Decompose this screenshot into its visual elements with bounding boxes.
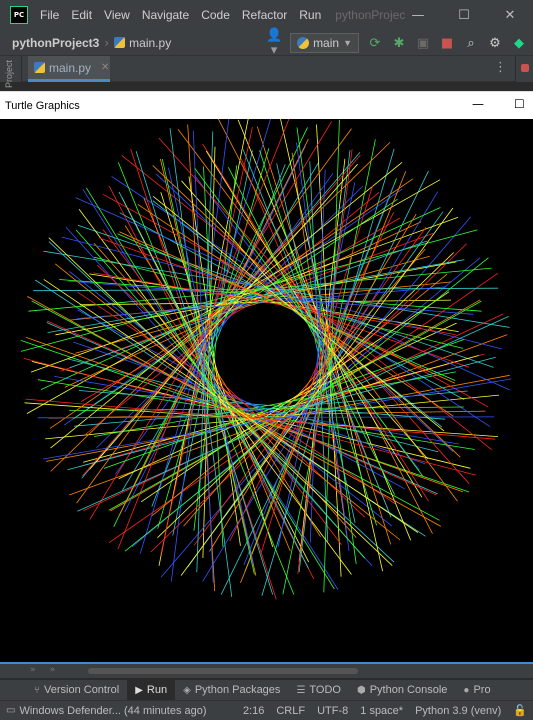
title-bar: PC File Edit View Navigate Code Refactor… — [0, 0, 533, 30]
chevron-down-icon: ▼ — [343, 38, 352, 48]
search-icon[interactable]: ⌕ — [463, 36, 479, 51]
project-strip-label: Project — [4, 60, 14, 89]
coverage-icon[interactable]: ▣ — [415, 36, 431, 51]
tool-label: Run — [146, 684, 168, 696]
gear-icon[interactable]: ⚙ — [487, 36, 503, 51]
menu-refactor[interactable]: Refactor — [236, 8, 293, 22]
problems-icon: ● — [463, 684, 470, 696]
window-icon: ▭ — [6, 705, 16, 716]
spiro-line — [256, 126, 392, 545]
tab-run[interactable]: ▶ Run — [127, 680, 176, 700]
status-message-text: Windows Defender... (44 minutes ago) — [19, 704, 207, 717]
breadcrumb-separator: › — [104, 35, 110, 50]
menu-view[interactable]: View — [98, 8, 136, 22]
close-tab-icon[interactable]: ✕ — [101, 62, 109, 73]
user-icon[interactable]: 👤▾ — [266, 28, 282, 58]
turtle-maximize-button[interactable]: ☐ — [514, 97, 525, 111]
menu-edit[interactable]: Edit — [65, 8, 98, 22]
python-file-icon — [114, 37, 126, 48]
notifications-strip[interactable] — [515, 56, 533, 82]
tool-label: TODO — [309, 684, 341, 696]
spiro-line — [172, 150, 253, 536]
tab-python-packages[interactable]: ◈ Python Packages — [175, 680, 288, 700]
tool-label: Python Packages — [194, 684, 281, 696]
jetbrains-icon[interactable]: ◆ — [511, 36, 527, 51]
menu-file[interactable]: File — [34, 8, 65, 22]
turtle-minimize-button[interactable]: — — [472, 97, 484, 111]
close-button[interactable]: ✕ — [487, 8, 533, 23]
version-control-icon: ⑂ — [34, 684, 40, 696]
run-icon: ▶ — [135, 684, 143, 696]
main-menu: File Edit View Navigate Code Refactor Ru… — [34, 8, 327, 22]
maximize-button[interactable]: ☐ — [441, 8, 487, 23]
turtle-canvas — [0, 119, 533, 662]
status-message[interactable]: ▭ Windows Defender... (44 minutes ago) — [6, 705, 237, 717]
python-file-icon — [34, 62, 45, 73]
horizontal-scrollbar[interactable]: » » — [0, 662, 533, 678]
list-icon: ☰ — [296, 684, 306, 696]
python-icon: ⬢ — [356, 684, 366, 696]
tab-python-console[interactable]: ⬢ Python Console — [349, 680, 455, 700]
menu-navigate[interactable]: Navigate — [136, 8, 195, 22]
pycharm-logo: PC — [10, 6, 28, 24]
python-icon — [297, 37, 310, 49]
notification-icon — [521, 64, 529, 72]
turtle-window-titlebar: Turtle Graphics — ☐ — [0, 91, 533, 119]
tool-label: Version Control — [44, 684, 120, 696]
layers-icon: ◈ — [183, 684, 191, 696]
editor-tab-bar: Project main.py ✕ ⋮ — [0, 56, 533, 88]
breadcrumb-project[interactable]: pythonProject3 — [12, 36, 99, 50]
expand-arrows-icon[interactable]: » » — [30, 665, 55, 675]
line-separator[interactable]: CRLF — [270, 705, 311, 717]
debug-icon[interactable]: ✱ — [391, 36, 407, 51]
toolbar-right: 👤▾ main ▼ ⟳ ✱ ▣ ■ ⌕ ⚙ ◆ — [266, 28, 533, 58]
scrollbar-thumb[interactable] — [88, 668, 358, 674]
stop-icon[interactable]: ■ — [439, 36, 455, 51]
more-vert-icon[interactable]: ⋮ — [494, 60, 507, 75]
file-encoding[interactable]: UTF-8 — [311, 705, 354, 717]
run-configuration-select[interactable]: main ▼ — [290, 33, 359, 53]
tab-todo[interactable]: ☰ TODO — [288, 680, 349, 700]
spiro-line — [67, 358, 439, 453]
tab-main-py[interactable]: main.py ✕ — [28, 56, 110, 82]
status-bar: ▭ Windows Defender... (44 minutes ago) 2… — [0, 700, 533, 720]
python-interpreter[interactable]: Python 3.9 (venv) — [409, 705, 507, 717]
turtle-window-title: Turtle Graphics — [5, 99, 80, 112]
spiro-line — [161, 159, 255, 575]
menu-code[interactable]: Code — [195, 8, 236, 22]
menu-run[interactable]: Run — [293, 8, 327, 22]
minimize-button[interactable]: — — [395, 8, 441, 23]
spirograph-drawing — [20, 119, 512, 600]
tab-version-control[interactable]: ⑂ Version Control — [26, 680, 127, 700]
caret-position[interactable]: 2:16 — [237, 705, 270, 717]
tab-label: main.py — [49, 60, 92, 75]
rerun-icon[interactable]: ⟳ — [367, 36, 383, 51]
spiro-line — [135, 151, 274, 595]
breadcrumb-file[interactable]: main.py — [129, 36, 171, 50]
tool-window-bar: ⑂ Version Control ▶ Run ◈ Python Package… — [0, 680, 533, 700]
navigation-bar: pythonProject3 › main.py 👤▾ main ▼ ⟳ ✱ ▣… — [0, 28, 533, 58]
lock-icon[interactable]: 🔓 — [507, 704, 533, 717]
spiro-line — [77, 291, 396, 505]
indent-setting[interactable]: 1 space* — [354, 705, 409, 717]
spiro-line — [124, 225, 321, 537]
run-config-label: main — [313, 36, 340, 50]
tool-label: Pro — [473, 684, 491, 696]
window-controls: — ☐ ✕ — [395, 0, 533, 30]
project-tool-strip[interactable]: Project — [0, 56, 22, 88]
tool-label: Python Console — [369, 684, 448, 696]
tab-problems[interactable]: ● Pro — [455, 680, 498, 700]
